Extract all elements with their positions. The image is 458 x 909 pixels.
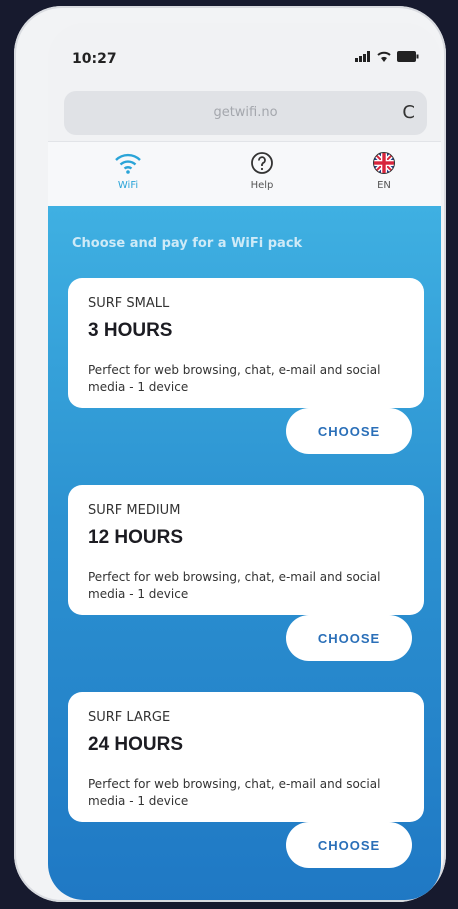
package-title: SURF LARGE	[88, 710, 171, 725]
nav-item-help[interactable]: Help	[222, 148, 302, 191]
nav-item-language[interactable]: EN	[344, 148, 424, 191]
wifi-icon	[377, 51, 391, 62]
package-duration: 12 HOURS	[88, 527, 184, 548]
intro-heading: Choose and pay for a WiFi pack	[72, 236, 303, 251]
package-title: SURF SMALL	[88, 296, 170, 311]
choose-medium-button[interactable]: CHOOSE	[286, 615, 412, 661]
nav-label-help: Help	[250, 180, 274, 191]
choose-small-button[interactable]: CHOOSE	[286, 408, 412, 454]
phone-frame: 10:27 getwifi.no C WiFi Help EN Choose a…	[14, 6, 446, 902]
wifi-icon	[115, 153, 141, 174]
uk-flag-icon	[373, 152, 395, 174]
signal-icon	[355, 51, 371, 62]
package-list: Choose and pay for a WiFi pack SURF SMAL…	[48, 206, 441, 900]
status-time: 10:27	[72, 51, 117, 67]
question-icon	[251, 152, 273, 174]
package-title: SURF MEDIUM	[88, 503, 181, 518]
nav-item-wifi[interactable]: WiFi	[88, 148, 168, 191]
status-icons	[355, 51, 419, 65]
top-nav: WiFi Help EN	[48, 141, 441, 207]
package-description: Perfect for web browsing, chat, e-mail a…	[88, 777, 381, 808]
nav-label-language: EN	[377, 180, 391, 191]
package-duration: 3 HOURS	[88, 320, 173, 341]
package-description: Perfect for web browsing, chat, e-mail a…	[88, 363, 381, 394]
package-card-medium: SURF MEDIUM 12 HOURS Perfect for web bro…	[68, 485, 424, 661]
phone-screen: 10:27 getwifi.no C WiFi Help EN Choose a…	[48, 23, 441, 900]
battery-icon	[397, 51, 419, 62]
package-card-large: SURF LARGE 24 HOURS Perfect for web brow…	[68, 692, 424, 868]
status-bar: 10:27	[48, 23, 441, 91]
package-duration: 24 HOURS	[88, 734, 184, 755]
choose-large-button[interactable]: CHOOSE	[286, 822, 412, 868]
nav-label-wifi: WiFi	[117, 180, 139, 191]
url-text: getwifi.no	[213, 105, 278, 120]
package-card-small: SURF SMALL 3 HOURS Perfect for web brows…	[68, 278, 424, 454]
package-description: Perfect for web browsing, chat, e-mail a…	[88, 570, 381, 601]
reload-icon[interactable]: C	[402, 91, 415, 135]
address-bar[interactable]: getwifi.no C	[64, 91, 427, 135]
